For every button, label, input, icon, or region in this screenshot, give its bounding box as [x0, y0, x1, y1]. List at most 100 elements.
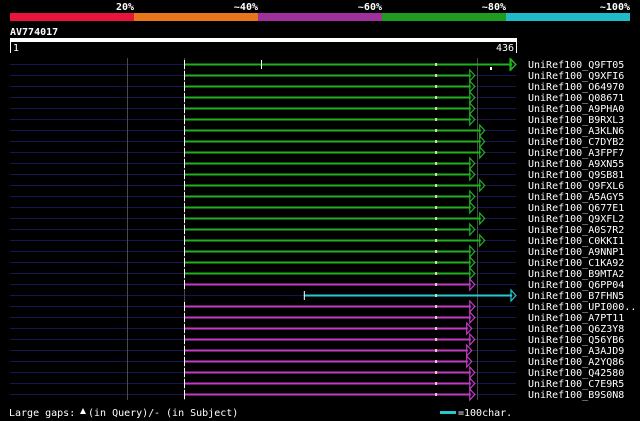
hit-row[interactable]: UniRef100_Q08671: [184, 90, 624, 105]
hit-label[interactable]: UniRef100_A7PT11: [528, 313, 624, 324]
hit-label[interactable]: UniRef100_A9XN55: [528, 159, 624, 170]
hit-row[interactable]: UniRef100_B9S0N8: [184, 387, 624, 402]
hit-row[interactable]: UniRef100_Q9XFI6: [184, 68, 624, 83]
hit-row[interactable]: UniRef100_B9RXL3: [184, 112, 624, 127]
hit-row[interactable]: UniRef100_Q56YB6: [184, 332, 624, 347]
hit-label[interactable]: UniRef100_Q6Z3Y8: [528, 324, 624, 335]
subject-gap-text: - (in Subject): [154, 408, 238, 419]
query-id[interactable]: AV774017: [10, 27, 58, 38]
gap-marker: [435, 195, 438, 198]
hit-label[interactable]: UniRef100_A2YQ86: [528, 357, 624, 368]
hit-row[interactable]: UniRef100_A2YQ86: [184, 354, 624, 369]
hit-row[interactable]: UniRef100_B7FHN5: [303, 288, 625, 303]
hit-row[interactable]: UniRef100_Q9XFL2: [184, 211, 624, 226]
hit-label[interactable]: UniRef100_Q6PP04: [528, 280, 624, 291]
hit-row[interactable]: UniRef100_Q677E1: [184, 200, 624, 215]
hit-row[interactable]: UniRef100_C1KA92: [184, 255, 624, 270]
hit-row[interactable]: UniRef100_Q9FT05: [184, 57, 624, 72]
hit-label[interactable]: UniRef100_Q9SB81: [528, 170, 624, 181]
hit-label[interactable]: UniRef100_C0KKI1: [528, 236, 624, 247]
gap-marker: [435, 283, 438, 286]
gap-marker: [435, 393, 438, 396]
hit-label[interactable]: UniRef100_Q56YB6: [528, 335, 624, 346]
hit-label[interactable]: UniRef100_B9MTA2: [528, 269, 624, 280]
gap-marker: [435, 118, 438, 121]
hit-row[interactable]: UniRef100_C7E9R5: [184, 376, 624, 391]
gap-marker: [435, 140, 438, 143]
hit-label[interactable]: UniRef100_C7E9R5: [528, 379, 624, 390]
hit-row[interactable]: UniRef100_A9NNP1: [184, 244, 624, 259]
hit-label[interactable]: UniRef100_Q9XFI6: [528, 71, 624, 82]
gap-marker: [435, 349, 438, 352]
hit-row[interactable]: UniRef100_A0S7R2: [184, 222, 624, 237]
hit-label[interactable]: UniRef100_C1KA92: [528, 258, 624, 269]
hit-label[interactable]: UniRef100_Q9FT05: [528, 60, 624, 71]
hit-label[interactable]: UniRef100_O64970: [528, 82, 624, 93]
hit-label[interactable]: UniRef100_A0S7R2: [528, 225, 624, 236]
hit-label[interactable]: UniRef100_Q08671: [528, 93, 624, 104]
hit-row[interactable]: UniRef100_Q42580: [184, 365, 624, 380]
alignment-overview: 20% ~40% ~60% ~80% ~100% AV774017 1 436 …: [9, 2, 636, 419]
gap-marker: [435, 272, 438, 275]
hit-label[interactable]: UniRef100_A3AJD9: [528, 346, 624, 357]
hit-row[interactable]: UniRef100_Q9SB81: [184, 167, 624, 182]
gap-marker: [435, 151, 438, 154]
gap-marker: [435, 173, 438, 176]
scale-bar-label: =100char.: [458, 408, 512, 419]
scale-seg-80: [382, 13, 506, 21]
scale-bar-icon: [440, 411, 456, 414]
hit-row[interactable]: UniRef100_B9MTA2: [184, 266, 624, 281]
gap-marker: [435, 96, 438, 99]
hit-row[interactable]: UniRef100_Q6Z3Y8: [184, 321, 624, 336]
hit-row[interactable]: UniRef100_A9XN55: [184, 156, 624, 171]
gap-marker: [435, 85, 438, 88]
query-gap-icon: [80, 408, 86, 414]
query-gap-text: (in Query)/: [88, 408, 154, 419]
gap-marker: [435, 371, 438, 374]
hit-row[interactable]: UniRef100_A3AJD9: [184, 343, 624, 358]
hit-label[interactable]: UniRef100_Q9FXL6: [528, 181, 624, 192]
gap-marker: [435, 305, 438, 308]
scale-label-100: ~100%: [600, 2, 630, 13]
hit-label[interactable]: UniRef100_Q677E1: [528, 203, 624, 214]
hit-row[interactable]: UniRef100_A3FPF7: [184, 145, 624, 160]
gap-marker: [435, 294, 438, 297]
hit-label[interactable]: UniRef100_B9S0N8: [528, 390, 624, 401]
hit-label[interactable]: UniRef100_A9PHA0: [528, 104, 624, 115]
gap-marker: [435, 338, 438, 341]
hit-row[interactable]: UniRef100_UPI000..: [184, 299, 636, 314]
hit-row[interactable]: UniRef100_C0KKI1: [184, 233, 624, 248]
hit-label[interactable]: UniRef100_UPI000..: [528, 302, 636, 313]
gap-marker: [435, 327, 438, 330]
gap-marker: [435, 162, 438, 165]
scale-label-80: ~80%: [482, 2, 506, 13]
gap-marker: [435, 63, 438, 66]
query-start: 1: [13, 43, 19, 54]
hit-label[interactable]: UniRef100_C7DYB2: [528, 137, 624, 148]
query-gap-dot: [490, 67, 492, 70]
scale-seg-40: [134, 13, 258, 21]
hit-label[interactable]: UniRef100_A9NNP1: [528, 247, 624, 258]
hit-row[interactable]: UniRef100_O64970: [184, 79, 624, 94]
hit-label[interactable]: UniRef100_Q9XFL2: [528, 214, 624, 225]
hit-label[interactable]: UniRef100_B9RXL3: [528, 115, 624, 126]
hit-row[interactable]: UniRef100_C7DYB2: [184, 134, 624, 149]
hit-label[interactable]: UniRef100_A3KLN6: [528, 126, 624, 137]
hit-row[interactable]: UniRef100_A3KLN6: [184, 123, 624, 138]
gap-marker: [435, 206, 438, 209]
gap-marker: [435, 316, 438, 319]
gap-marker: [435, 184, 438, 187]
hit-list: UniRef100_Q9FT05UniRef100_Q9XFI6UniRef10…: [184, 57, 636, 402]
hit-label[interactable]: UniRef100_A3FPF7: [528, 148, 624, 159]
hit-row[interactable]: UniRef100_Q6PP04: [184, 277, 624, 292]
hit-label[interactable]: UniRef100_Q42580: [528, 368, 624, 379]
hit-label[interactable]: UniRef100_A5AGY5: [528, 192, 624, 203]
scale-label-20: 20%: [116, 2, 134, 13]
hit-row[interactable]: UniRef100_A5AGY5: [184, 189, 624, 204]
hit-row[interactable]: UniRef100_A7PT11: [184, 310, 624, 325]
query-header: AV774017 1 436: [10, 27, 517, 54]
hit-row[interactable]: UniRef100_Q9FXL6: [184, 178, 624, 193]
hit-label[interactable]: UniRef100_B7FHN5: [528, 291, 624, 302]
hit-row[interactable]: UniRef100_A9PHA0: [184, 101, 624, 116]
scale-label-40: ~40%: [234, 2, 258, 13]
